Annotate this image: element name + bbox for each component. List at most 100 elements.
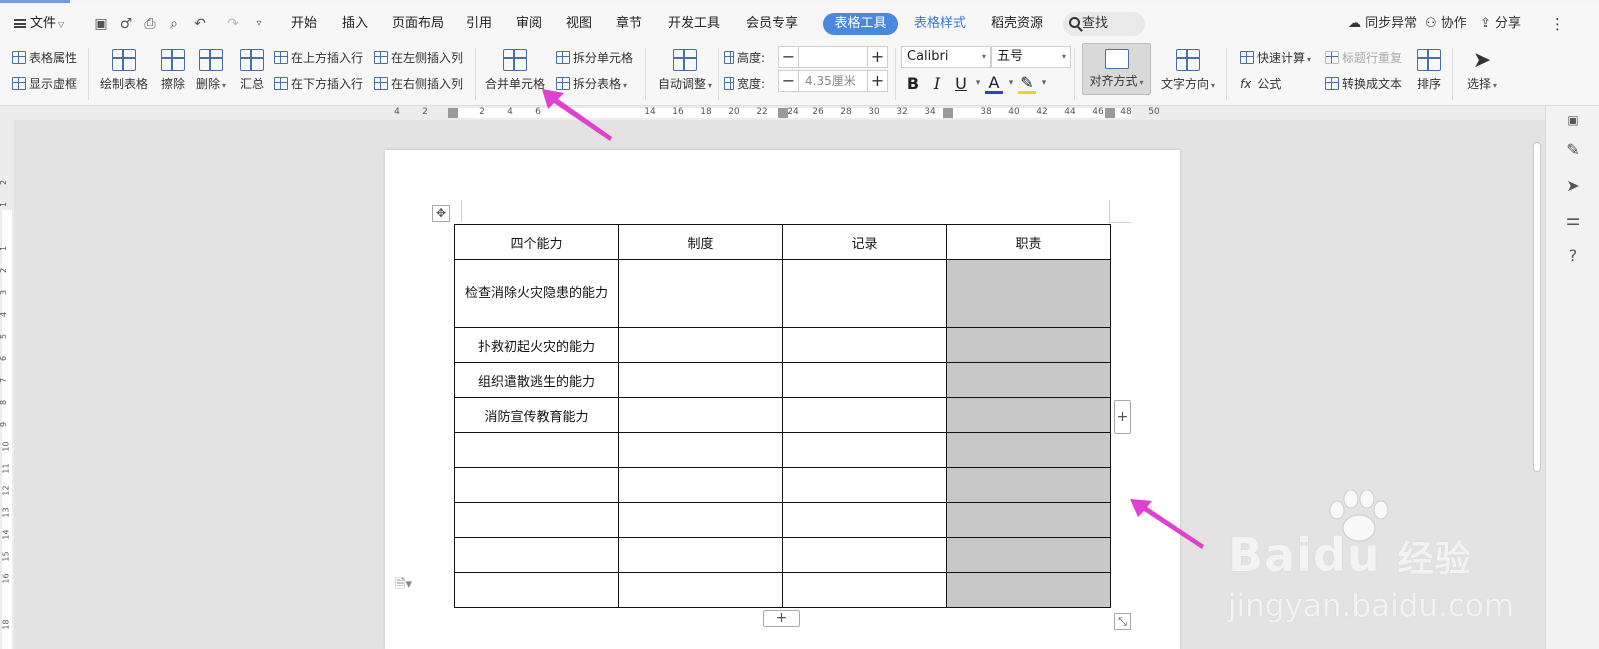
edit-icon[interactable]: ✎ [1563,140,1583,160]
underline-button[interactable]: U [952,74,970,93]
width-decrease-button[interactable]: − [779,71,799,91]
share-button[interactable]: ⇪ 分享 [1480,14,1521,34]
table-cell[interactable] [618,397,783,433]
tab-docer[interactable]: 稻壳资源 [991,13,1043,35]
bold-button[interactable]: B [904,74,922,93]
table-resize-handle[interactable]: ⤡ [1114,613,1131,630]
table-cell[interactable] [618,502,783,538]
document-icon[interactable]: 🗎▾ [395,575,412,597]
tab-member[interactable]: 会员专享 [746,13,798,35]
summary-button[interactable]: 汇总 [238,49,266,92]
convert-to-text-button[interactable]: 转换成文本 [1325,76,1402,92]
table-cell[interactable] [454,432,619,468]
sort-button[interactable]: 排序 [1414,49,1444,92]
cursor-icon[interactable]: ➤ [1563,176,1583,196]
quick-calc-button[interactable]: 快速计算 ▾ [1240,50,1311,68]
help-icon[interactable]: ? [1563,246,1583,266]
table-cell[interactable] [618,259,783,328]
more-icon[interactable]: ⋮ [1550,14,1565,34]
merge-cells-button[interactable]: 合并单元格 [484,49,546,92]
table-cell[interactable]: 扑救初起火灾的能力 [454,327,619,363]
table-cell[interactable] [618,327,783,363]
format-painter-icon[interactable]: ♂ [117,15,135,33]
shaded-cell[interactable] [946,259,1111,328]
collaborate-button[interactable]: ⚇ 协作 [1425,14,1467,34]
table-cell[interactable] [454,572,619,608]
shaded-cell[interactable] [946,502,1111,538]
tab-table-tools[interactable]: 表格工具 [823,13,898,35]
search-button[interactable]: 查找 [1063,12,1145,36]
repeat-header-button[interactable]: 标题行重复 [1325,50,1402,66]
erase-button[interactable]: 擦除 [158,49,188,92]
table-cell[interactable] [782,259,947,328]
draw-table-button[interactable]: 绘制表格 [99,49,149,92]
table-cell[interactable] [782,397,947,433]
highlight-dropdown-icon[interactable]: ▾ [1035,78,1053,88]
tab-review[interactable]: 审阅 [516,13,542,35]
highlight-icon[interactable]: ✎ [1018,74,1036,94]
tab-view[interactable]: 视图 [566,13,592,35]
font-color-button[interactable]: A [985,74,1003,94]
shaded-cell[interactable] [946,397,1111,433]
alignment-button[interactable]: 对齐方式 ▾ [1082,43,1151,95]
header-cell[interactable]: 制度 [618,224,783,260]
save-icon[interactable]: ▣ [92,15,110,33]
insert-col-right-button[interactable]: 在右侧插入列 [374,76,463,92]
table-cell[interactable]: 检查消除火灾隐患的能力 [454,259,619,328]
insert-col-left-button[interactable]: 在左侧插入列 [374,50,463,66]
header-cell[interactable]: 职责 [946,224,1111,260]
height-increase-button[interactable]: + [867,47,887,67]
table-cell[interactable] [782,362,947,398]
text-direction-button[interactable]: 文字方向 ▾ [1158,49,1218,92]
add-row-button[interactable]: + [763,610,800,627]
tab-page-layout[interactable]: 页面布局 [392,13,444,35]
width-spinner[interactable]: − 4.35厘米 + [778,70,888,92]
document-page[interactable]: ✥ 四个能力 制度 记录 职责 检查消除火灾隐患的能力 扑救初起火灾的能力 组织… [385,150,1180,649]
tab-insert[interactable]: 插入 [342,13,368,35]
undo-icon[interactable]: ↶ [191,15,209,33]
horizontal-ruler[interactable]: 4 2 2 4 6 14 16 18 20 22 24 26 28 30 32 … [0,106,1545,120]
shaded-cell[interactable] [946,467,1111,503]
table-properties-button[interactable]: 表格属性 [12,50,77,66]
add-column-button[interactable]: + [1114,400,1131,434]
panel-toggle-icon[interactable]: ▣ [1563,110,1583,130]
table-cell[interactable] [782,327,947,363]
formula-button[interactable]: fx 公式 [1240,76,1281,92]
height-decrease-button[interactable]: − [779,47,799,67]
table-cell[interactable] [782,537,947,573]
table-cell[interactable] [782,572,947,608]
scrollbar-thumb[interactable] [1533,142,1541,472]
table-cell[interactable] [782,432,947,468]
shaded-cell[interactable] [946,432,1111,468]
table-cell[interactable] [454,467,619,503]
file-menu[interactable]: 文件 ▽ [14,13,64,35]
sync-status[interactable]: ☁ 同步异常 [1348,14,1417,34]
tab-developer[interactable]: 开发工具 [668,13,720,35]
table-cell[interactable] [454,502,619,538]
font-size-select[interactable]: 五号 ▾ [991,46,1071,68]
header-cell[interactable]: 四个能力 [454,224,619,260]
table-cell[interactable] [618,537,783,573]
shaded-cell[interactable] [946,572,1111,608]
table-cell[interactable] [618,467,783,503]
table-move-handle[interactable]: ✥ [432,205,450,222]
ruler-marker[interactable] [1105,108,1115,118]
table-cell[interactable] [618,362,783,398]
print-preview-icon[interactable]: ⌕ [165,15,183,33]
tab-references[interactable]: 引用 [466,13,492,35]
redo-icon[interactable]: ↷ [224,15,242,33]
shaded-cell[interactable] [946,327,1111,363]
tab-home[interactable]: 开始 [291,13,317,35]
split-cells-button[interactable]: 拆分单元格 [556,50,633,66]
vertical-scrollbar[interactable] [1530,120,1544,649]
table-cell[interactable]: 组织遣散逃生的能力 [454,362,619,398]
italic-button[interactable]: I [928,74,946,93]
insert-row-above-button[interactable]: 在上方插入行 [274,50,363,66]
table-cell[interactable] [618,572,783,608]
font-name-select[interactable]: Calibri ▾ [901,46,991,68]
table-cell[interactable] [782,467,947,503]
data-table[interactable]: 四个能力 制度 记录 职责 检查消除火灾隐患的能力 扑救初起火灾的能力 组织遣散… [454,224,1111,608]
table-cell[interactable] [618,432,783,468]
select-button[interactable]: ➤ 选择 ▾ [1462,49,1502,92]
tab-chapter[interactable]: 章节 [616,13,642,35]
